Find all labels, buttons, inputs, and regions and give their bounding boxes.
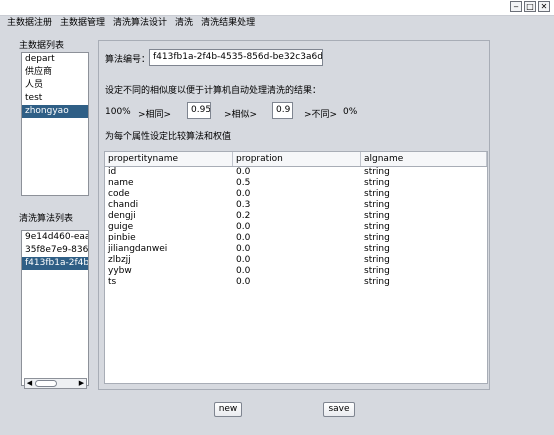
algo-id-field[interactable]: f413fb1a-2f4b-4535-856d-be32c3a6db76 [149,49,323,66]
scroll-left-icon[interactable]: ◀ [25,379,34,388]
table-cell[interactable]: string [361,200,487,211]
table-row[interactable]: name 0.5 string [105,178,487,189]
window-titlebar: ‒ □ ✕ [0,0,554,16]
menu-bar: 主数据注册 主数据管理 清洗算法设计 清洗 清洗结果处理 [0,16,554,30]
table-cell[interactable]: string [361,189,487,200]
same-label: >相同> [138,110,172,120]
table-cell[interactable]: string [361,211,487,222]
menu-algorithm-design[interactable]: 清洗算法设计 [113,16,167,30]
table-cell[interactable]: string [361,244,487,255]
list-item[interactable]: zhongyao [22,105,88,118]
table-row[interactable]: chandi 0.3 string [105,200,487,211]
table-title: 为每个属性设定比较算法和权值 [105,132,232,142]
table-cell[interactable]: string [361,277,487,288]
table-cell[interactable]: 0.0 [233,244,361,255]
table-cell[interactable]: 0.5 [233,178,361,189]
table-header: propertityname propration algname [105,152,487,167]
column-header[interactable]: algname [361,152,487,166]
table-cell[interactable]: ts [105,277,233,288]
master-list-title: 主数据列表 [19,41,65,51]
menu-register[interactable]: 主数据注册 [7,16,52,30]
same-threshold-input[interactable]: 0.95 [187,102,211,119]
new-button[interactable]: new [214,402,242,417]
table-row[interactable]: ts 0.0 string [105,277,487,288]
column-header[interactable]: propertityname [105,152,233,166]
save-button[interactable]: save [323,402,355,417]
table-cell[interactable]: dengji [105,211,233,222]
table-cell[interactable]: 0.0 [233,255,361,266]
table-cell[interactable]: jiliangdanwei [105,244,233,255]
algo-list-hscroll[interactable]: ◀ ▶ [24,378,87,389]
table-cell[interactable]: 0.3 [233,200,361,211]
table-cell[interactable]: string [361,167,487,178]
table-cell[interactable]: 0.0 [233,277,361,288]
algo-id-label: 算法编号： [105,55,151,65]
list-item[interactable]: 人员 [22,79,88,92]
table-cell[interactable]: 0.0 [233,189,361,200]
table-row[interactable]: code 0.0 string [105,189,487,200]
table-cell[interactable]: id [105,167,233,178]
table-cell[interactable]: zlbzjj [105,255,233,266]
table-cell[interactable]: string [361,233,487,244]
similar-label: >相似> [224,110,258,120]
algo-list[interactable]: 9e14d460-eaac- 35f8e7e9-836d-4 f413fb1a-… [21,230,89,386]
scroll-right-icon[interactable]: ▶ [77,379,86,388]
table-row[interactable]: dengji 0.2 string [105,211,487,222]
list-item[interactable]: f413fb1a-2f4b-45 [22,257,88,270]
table-cell[interactable]: 0.2 [233,211,361,222]
table-cell[interactable]: 0.0 [233,266,361,277]
list-item[interactable]: test [22,92,88,105]
table-cell[interactable]: code [105,189,233,200]
menu-manage[interactable]: 主数据管理 [60,16,105,30]
algo-list-title: 清洗算法列表 [19,214,74,224]
table-row[interactable]: zlbzjj 0.0 string [105,255,487,266]
table-row[interactable]: id 0.0 string [105,167,487,178]
different-label: >不同> [304,110,338,120]
table-row[interactable]: pinbie 0.0 string [105,233,487,244]
table-cell[interactable]: chandi [105,200,233,211]
table-cell[interactable]: name [105,178,233,189]
master-data-list[interactable]: depart 供应商 人员 test zhongyao [21,52,89,196]
content-area: 主数据列表 depart 供应商 人员 test zhongyao 清洗算法列表… [0,30,554,435]
window-controls: ‒ □ ✕ [510,1,550,12]
menu-clean-results[interactable]: 清洗结果处理 [201,16,255,30]
table-cell[interactable]: string [361,255,487,266]
table-cell[interactable]: 0.0 [233,233,361,244]
similarity-description: 设定不同的相似度以便于计算机自动处理清洗的结果： [105,86,322,96]
table-cell[interactable]: string [361,222,487,233]
maximize-icon[interactable]: □ [524,1,536,12]
property-table: propertityname propration algname id 0.0 s… [104,151,488,384]
close-icon[interactable]: ✕ [538,1,550,12]
list-item[interactable]: depart [22,53,88,66]
threshold-0: 0% [343,107,358,117]
table-cell[interactable]: guige [105,222,233,233]
scroll-thumb[interactable] [35,380,57,387]
threshold-100: 100% [105,107,131,117]
list-item[interactable]: 35f8e7e9-836d-4 [22,244,88,257]
table-cell[interactable]: 0.0 [233,222,361,233]
list-item[interactable]: 供应商 [22,66,88,79]
table-row[interactable]: guige 0.0 string [105,222,487,233]
table-body: id 0.0 string name 0.5 string code 0.0 string cha… [105,167,487,288]
list-item[interactable]: 9e14d460-eaac- [22,231,88,244]
table-row[interactable]: jiliangdanwei 0.0 string [105,244,487,255]
menu-clean[interactable]: 清洗 [175,16,193,30]
table-cell[interactable]: yybw [105,266,233,277]
similar-threshold-input[interactable]: 0.9 [272,102,293,119]
table-cell[interactable]: 0.0 [233,167,361,178]
minimize-icon[interactable]: ‒ [510,1,522,12]
table-row[interactable]: yybw 0.0 string [105,266,487,277]
table-cell[interactable]: string [361,266,487,277]
table-cell[interactable]: string [361,178,487,189]
table-cell[interactable]: pinbie [105,233,233,244]
column-header[interactable]: propration [233,152,361,166]
